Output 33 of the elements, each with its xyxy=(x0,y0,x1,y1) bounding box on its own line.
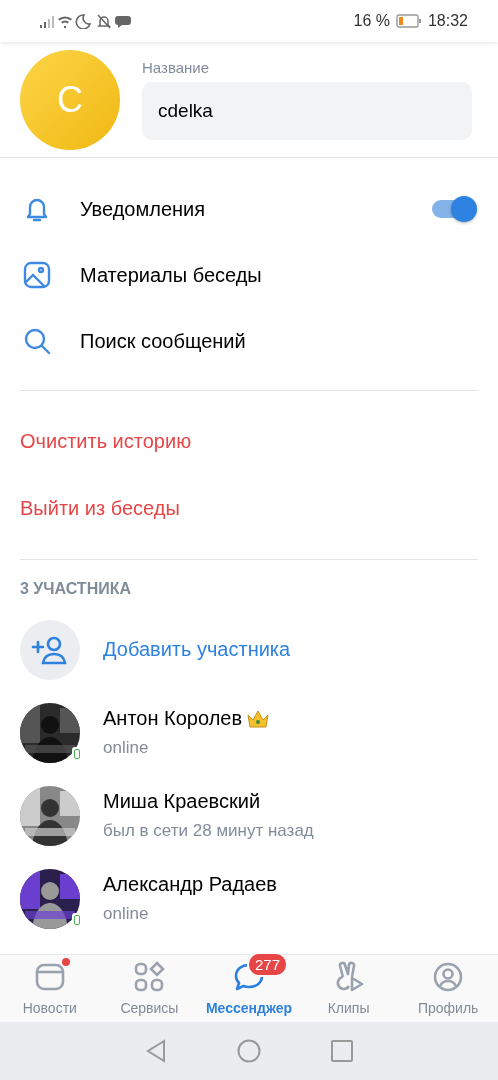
member-status: online xyxy=(103,738,150,758)
member-name[interactable]: Антон Королев xyxy=(103,707,243,730)
search-icon xyxy=(22,326,52,356)
add-member-link[interactable]: Добавить участника xyxy=(103,638,291,661)
name-field[interactable]: cdelka xyxy=(142,82,472,140)
member-name[interactable]: Миша Краевский xyxy=(103,790,261,813)
tab-button[interactable]: Сервисы xyxy=(99,955,200,1022)
field-label: Название xyxy=(142,59,211,76)
tab-button[interactable]: 277 Мессенджер xyxy=(199,955,299,1022)
clock-time: 18:32 xyxy=(427,12,468,30)
section-header: 3 УЧАСТНИКА xyxy=(19,579,132,599)
profile-icon xyxy=(432,961,465,993)
settings-item[interactable]: Уведомления xyxy=(80,197,404,221)
action-link[interactable]: Выйти из беседы xyxy=(20,497,180,520)
member-name[interactable]: Александр Радаев xyxy=(103,873,277,896)
settings-item[interactable]: Материалы беседы xyxy=(80,263,474,287)
count-badge: 277 xyxy=(247,952,288,977)
news-icon xyxy=(33,961,66,993)
member-status: был в сети 28 минут назад xyxy=(103,821,314,841)
grid-icon xyxy=(133,961,166,993)
home-icon[interactable] xyxy=(237,1039,261,1063)
settings-item[interactable]: Поиск сообщений xyxy=(80,329,474,353)
battery-percent: 16 % xyxy=(353,12,390,30)
back-icon[interactable] xyxy=(145,1039,167,1063)
tab-button[interactable]: Новости xyxy=(0,955,100,1022)
recent-apps-icon[interactable] xyxy=(331,1040,353,1062)
tab-button[interactable]: Профиль xyxy=(398,955,498,1022)
add-person-icon xyxy=(31,634,69,665)
image-icon xyxy=(22,260,52,290)
tab-button[interactable]: Клипы xyxy=(298,955,399,1022)
member-status: online xyxy=(103,904,150,924)
action-link[interactable]: Очистить историю xyxy=(20,430,192,453)
battery-icon xyxy=(395,14,422,28)
